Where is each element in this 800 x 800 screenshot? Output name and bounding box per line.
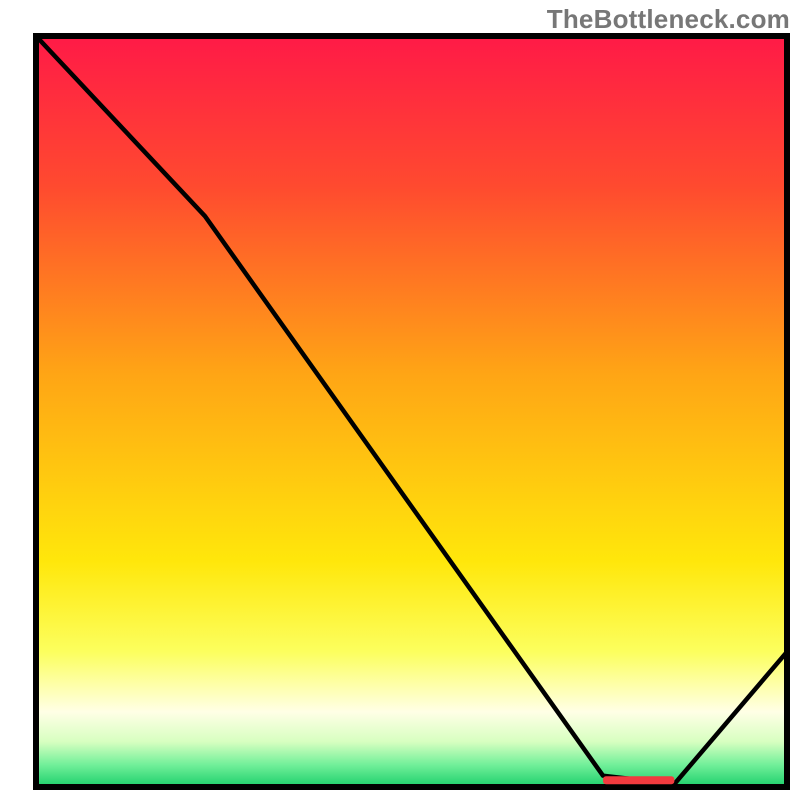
watermark-text: TheBottleneck.com xyxy=(547,4,790,35)
plot-background xyxy=(36,36,787,787)
chart-container: TheBottleneck.com xyxy=(0,0,800,800)
bottleneck-chart xyxy=(0,0,800,800)
optimal-range-marker xyxy=(603,776,674,784)
